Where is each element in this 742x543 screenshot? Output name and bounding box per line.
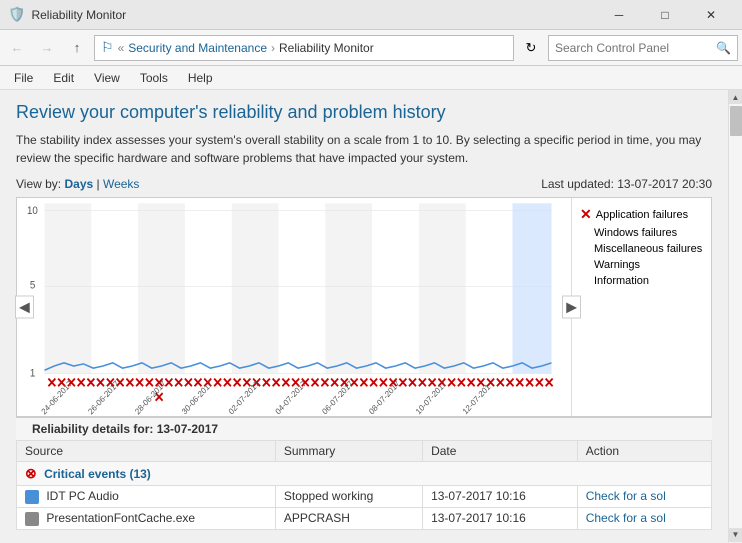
view-by-controls: View by: Days | Weeks bbox=[16, 177, 139, 191]
search-input[interactable] bbox=[555, 41, 716, 55]
view-days-link[interactable]: Days bbox=[64, 177, 93, 191]
chart-main: 10 5 1 bbox=[25, 198, 571, 416]
details-table: Source Summary Date Action ⊗ Critical ev… bbox=[16, 440, 712, 530]
misc-failure-icon bbox=[580, 244, 590, 254]
view-by-label: View by: bbox=[16, 177, 61, 191]
legend-warnings-label: Warnings bbox=[594, 259, 640, 271]
page-description: The stability index assesses your system… bbox=[16, 131, 712, 167]
legend-windows-failures-label: Windows failures bbox=[594, 227, 677, 239]
breadcrumb: ⚐ « Security and Maintenance › Reliabili… bbox=[101, 39, 374, 56]
last-updated: Last updated: 13-07-2017 20:30 bbox=[541, 177, 712, 191]
table-row: PresentationFontCache.exe APPCRASH 13-07… bbox=[17, 507, 712, 529]
reliability-chart: 10 5 1 bbox=[25, 198, 571, 416]
svg-text:10: 10 bbox=[27, 206, 38, 217]
table-header: Source Summary Date Action bbox=[17, 441, 712, 462]
titlebar: 🛡️ Reliability Monitor ─ □ ✕ bbox=[0, 0, 742, 30]
chart-container: ◀ 10 5 1 bbox=[16, 197, 712, 417]
scrollbar-thumb[interactable] bbox=[730, 106, 742, 136]
breadcrumb-separator1: « bbox=[118, 41, 125, 55]
summary-cell: Stopped working bbox=[275, 486, 422, 508]
address-box[interactable]: ⚐ « Security and Maintenance › Reliabili… bbox=[94, 35, 514, 61]
breadcrumb-flag-icon: ⚐ bbox=[101, 39, 114, 56]
forward-button[interactable]: → bbox=[34, 35, 60, 61]
action-cell-2: Check for a sol bbox=[577, 507, 711, 529]
legend-item-windows-failures: Windows failures bbox=[580, 227, 703, 239]
date-cell-2: 13-07-2017 10:16 bbox=[423, 507, 578, 529]
breadcrumb-security-link[interactable]: Security and Maintenance bbox=[128, 41, 267, 55]
titlebar-controls: ─ □ ✕ bbox=[596, 0, 734, 30]
critical-error-icon: ⊗ bbox=[25, 465, 37, 481]
col-summary: Summary bbox=[275, 441, 422, 462]
view-weeks-link[interactable]: Weeks bbox=[103, 177, 139, 191]
menu-help[interactable]: Help bbox=[182, 69, 219, 87]
legend-item-warnings: Warnings bbox=[580, 259, 703, 271]
page-title: Review your computer's reliability and p… bbox=[16, 102, 712, 123]
source-cell: IDT PC Audio bbox=[17, 486, 276, 508]
legend-misc-failures-label: Miscellaneous failures bbox=[594, 243, 702, 255]
menu-tools[interactable]: Tools bbox=[134, 69, 174, 87]
titlebar-app-icon: 🛡️ bbox=[8, 6, 25, 23]
chart-legend: ✕ Application failures Windows failures … bbox=[571, 198, 711, 416]
up-button[interactable]: ↑ bbox=[64, 35, 90, 61]
legend-item-misc-failures: Miscellaneous failures bbox=[580, 243, 703, 255]
search-icon: 🔍 bbox=[716, 41, 731, 55]
scrollbar[interactable]: ▲ ▼ bbox=[728, 90, 742, 542]
details-section: Reliability details for: 13-07-2017 Sour… bbox=[16, 417, 712, 530]
view-by-row: View by: Days | Weeks Last updated: 13-0… bbox=[16, 177, 712, 191]
app-icon-2 bbox=[25, 512, 39, 526]
svg-text:✕: ✕ bbox=[544, 375, 555, 391]
menubar: File Edit View Tools Help bbox=[0, 66, 742, 90]
svg-text:5: 5 bbox=[30, 280, 36, 291]
search-box[interactable]: 🔍 bbox=[548, 35, 738, 61]
breadcrumb-arrow-icon: › bbox=[271, 41, 275, 55]
table-row: ⊗ Critical events (13) bbox=[17, 462, 712, 486]
details-header: Reliability details for: 13-07-2017 bbox=[16, 418, 712, 440]
inner-content: Review your computer's reliability and p… bbox=[0, 90, 728, 542]
legend-app-failures-label: Application failures bbox=[596, 209, 688, 221]
warnings-icon bbox=[580, 260, 590, 270]
table-body: ⊗ Critical events (13) IDT PC Audio Stop… bbox=[17, 462, 712, 530]
col-date: Date bbox=[423, 441, 578, 462]
action-link-1[interactable]: Check for a sol bbox=[586, 489, 666, 503]
titlebar-title: Reliability Monitor bbox=[31, 8, 596, 22]
date-cell: 13-07-2017 10:16 bbox=[423, 486, 578, 508]
minimize-button[interactable]: ─ bbox=[596, 0, 642, 30]
chart-left-arrow[interactable]: ◀ bbox=[15, 296, 34, 319]
windows-failure-icon bbox=[580, 228, 590, 238]
col-source: Source bbox=[17, 441, 276, 462]
close-button[interactable]: ✕ bbox=[688, 0, 734, 30]
source-cell-2: PresentationFontCache.exe bbox=[17, 507, 276, 529]
col-action: Action bbox=[577, 441, 711, 462]
maximize-button[interactable]: □ bbox=[642, 0, 688, 30]
legend-item-information: Information bbox=[580, 275, 703, 287]
main-content-area: Review your computer's reliability and p… bbox=[0, 90, 742, 542]
menu-edit[interactable]: Edit bbox=[47, 69, 80, 87]
scroll-down-button[interactable]: ▼ bbox=[729, 528, 742, 542]
app-failure-icon: ✕ bbox=[580, 206, 592, 223]
table-row: IDT PC Audio Stopped working 13-07-2017 … bbox=[17, 486, 712, 508]
addressbar: ← → ↑ ⚐ « Security and Maintenance › Rel… bbox=[0, 30, 742, 66]
critical-events-label[interactable]: Critical events (13) bbox=[44, 467, 151, 481]
back-button[interactable]: ← bbox=[4, 35, 30, 61]
action-cell: Check for a sol bbox=[577, 486, 711, 508]
critical-events-cell: ⊗ Critical events (13) bbox=[17, 462, 712, 486]
menu-view[interactable]: View bbox=[88, 69, 126, 87]
menu-file[interactable]: File bbox=[8, 69, 39, 87]
svg-text:1: 1 bbox=[30, 368, 36, 379]
summary-cell-2: APPCRASH bbox=[275, 507, 422, 529]
information-icon bbox=[580, 276, 590, 286]
legend-information-label: Information bbox=[594, 275, 649, 287]
legend-item-app-failures: ✕ Application failures bbox=[580, 206, 703, 223]
scroll-up-button[interactable]: ▲ bbox=[729, 90, 742, 104]
action-link-2[interactable]: Check for a sol bbox=[586, 511, 666, 525]
refresh-button[interactable]: ↻ bbox=[518, 35, 544, 61]
app-icon-1 bbox=[25, 490, 39, 504]
breadcrumb-current: Reliability Monitor bbox=[279, 41, 374, 55]
chart-right-arrow[interactable]: ▶ bbox=[562, 296, 581, 319]
